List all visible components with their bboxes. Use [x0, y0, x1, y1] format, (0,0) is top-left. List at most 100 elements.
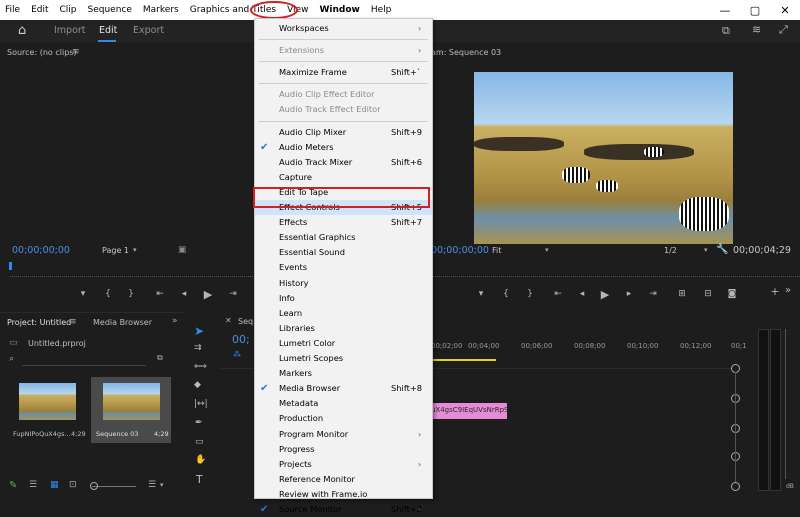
sort-icon[interactable]: ☰	[148, 480, 156, 490]
timeline-ruler[interactable]: 00;02;00 00;04;00 00;06;00 00;08;00 00;1…	[431, 342, 751, 358]
panel-menu-icon[interactable]: ≡	[72, 47, 80, 57]
tab-export[interactable]: Export	[133, 25, 164, 36]
step-back-icon[interactable]: ◂	[177, 289, 191, 299]
scroll-handle[interactable]	[731, 482, 740, 491]
timeline-tab[interactable]: Seq	[238, 317, 253, 326]
add-marker-icon[interactable]: ▾	[76, 289, 90, 299]
slip-icon[interactable]: |↔|	[194, 399, 208, 409]
timeline-scroll-track[interactable]	[735, 372, 736, 482]
fit-select[interactable]: Fit	[492, 246, 501, 255]
menu-item-events[interactable]: Events	[255, 260, 432, 275]
home-icon[interactable]: ⌂	[18, 23, 26, 38]
freeform-view-icon[interactable]: ⊡	[69, 480, 77, 490]
menu-item-history[interactable]: History	[255, 276, 432, 291]
add-button-icon[interactable]: +	[768, 285, 782, 298]
timeline-clip[interactable]: uX4gsC9IEqUVsNrRpSUTSz	[431, 403, 507, 419]
panel-menu-icon[interactable]: ≡	[69, 317, 77, 327]
share-icon[interactable]: ⧉	[722, 24, 730, 38]
menu-item-essential-graphics[interactable]: Essential Graphics	[255, 230, 432, 245]
chevron-down-icon[interactable]: ▾	[133, 246, 137, 254]
menu-item-essential-sound[interactable]: Essential Sound	[255, 245, 432, 260]
add-marker-icon[interactable]: ▾	[474, 289, 488, 299]
source-page-select[interactable]: Page 1	[102, 246, 129, 255]
mark-out-icon[interactable]: }	[124, 289, 138, 299]
work-area-bar[interactable]	[431, 359, 496, 361]
chevron-down-icon[interactable]: ▾	[160, 481, 164, 489]
menubar-item-graphics-and-titles[interactable]: Graphics and Titles	[185, 0, 282, 20]
menubar-item-file[interactable]: File	[0, 0, 26, 20]
menu-item-media-browser[interactable]: ✔ Media Browser Shift+8	[255, 381, 432, 396]
menu-item-program-monitor[interactable]: Program Monitor ›	[255, 427, 432, 442]
notifications-icon[interactable]: ≋	[752, 23, 761, 36]
tab-project[interactable]: Project: Untitled	[7, 318, 71, 327]
project-search-input[interactable]	[22, 354, 146, 366]
menu-item-info[interactable]: Info	[255, 291, 432, 306]
expand-icon[interactable]: »	[781, 285, 795, 296]
icon-view-icon[interactable]: ▦	[50, 480, 59, 490]
maximize-icon[interactable]: ▢	[740, 4, 770, 17]
source-timecode[interactable]: 00;00;00;00	[12, 245, 70, 256]
fullscreen-icon[interactable]: ⤢	[779, 23, 788, 37]
menubar-item-clip[interactable]: Clip	[55, 0, 83, 20]
menu-item-capture[interactable]: Capture	[255, 170, 432, 185]
pen-icon[interactable]: ✒	[195, 418, 203, 428]
menu-item-effects[interactable]: Effects Shift+7	[255, 215, 432, 230]
timeline-timecode[interactable]: 00;	[232, 333, 250, 346]
mark-in-icon[interactable]: {	[499, 289, 513, 299]
menu-item-production[interactable]: Production	[255, 411, 432, 426]
zoom-slider[interactable]	[92, 486, 136, 487]
play-icon[interactable]: ▶	[201, 288, 215, 301]
step-back-icon[interactable]: ◂	[575, 289, 589, 299]
menu-item-learn[interactable]: Learn	[255, 306, 432, 321]
menu-item-audio-clip-mixer[interactable]: Audio Clip Mixer Shift+9	[255, 125, 432, 140]
tab-media-browser[interactable]: Media Browser	[93, 318, 152, 327]
rectangle-icon[interactable]: ▭	[195, 437, 204, 447]
menu-item-progress[interactable]: Progress	[255, 442, 432, 457]
bin-filter-icon[interactable]: ⧉	[157, 353, 163, 363]
mark-in-icon[interactable]: {	[101, 289, 115, 299]
lift-icon[interactable]: ⊞	[675, 289, 689, 299]
expand-panels-icon[interactable]: »	[172, 316, 178, 326]
extract-icon[interactable]: ⊟	[701, 289, 715, 299]
minimize-icon[interactable]: —	[710, 4, 740, 17]
source-playhead[interactable]	[9, 262, 12, 270]
menubar-item-markers[interactable]: Markers	[138, 0, 185, 20]
menu-item-markers[interactable]: Markers	[255, 366, 432, 381]
tab-import[interactable]: Import	[54, 25, 86, 36]
menubar-item-edit[interactable]: Edit	[26, 0, 54, 20]
program-timecode-current[interactable]: 00;00;00;00	[431, 245, 489, 256]
menu-item-lumetri-scopes[interactable]: Lumetri Scopes	[255, 351, 432, 366]
menubar-item-help[interactable]: Help	[366, 0, 398, 20]
snap-icon[interactable]: ⁂	[233, 350, 241, 359]
camera-icon[interactable]: ◙	[725, 289, 739, 299]
menu-item-workspaces[interactable]: Workspaces ›	[255, 21, 432, 36]
resolution-select[interactable]: 1/2	[664, 246, 677, 255]
track-select-icon[interactable]: ⇉	[194, 343, 202, 353]
source-ruler[interactable]	[10, 264, 253, 277]
razor-icon[interactable]: ◆	[194, 380, 201, 390]
hand-icon[interactable]: ✋	[195, 455, 206, 465]
ripple-edit-icon[interactable]: ⟺	[194, 362, 207, 372]
project-item-selected[interactable]: Sequence 03 4;29	[91, 377, 171, 443]
chevron-down-icon[interactable]: ▾	[545, 246, 549, 254]
pencil-icon[interactable]: ✎	[9, 480, 17, 491]
menu-item-audio-meters[interactable]: ✔ Audio Meters	[255, 140, 432, 155]
list-view-icon[interactable]: ☰	[29, 480, 37, 490]
menu-item-review-with-frame-io[interactable]: Review with Frame.io	[255, 487, 432, 502]
go-to-in-icon[interactable]: ⇤	[153, 289, 167, 299]
zoom-slider-handle[interactable]	[90, 482, 98, 490]
menu-item-effect-controls[interactable]: Effect Controls Shift+5	[255, 200, 432, 215]
menu-item-libraries[interactable]: Libraries	[255, 321, 432, 336]
wrench-icon[interactable]: 🔧	[716, 244, 728, 255]
menu-item-audio-track-mixer[interactable]: Audio Track Mixer Shift+6	[255, 155, 432, 170]
type-tool-icon[interactable]: T	[196, 473, 203, 486]
go-to-in-icon[interactable]: ⇤	[551, 289, 565, 299]
play-icon[interactable]: ▶	[598, 288, 612, 301]
menu-item-lumetri-color[interactable]: Lumetri Color	[255, 336, 432, 351]
menubar-item-window[interactable]: Window	[314, 0, 365, 20]
menubar-item-sequence[interactable]: Sequence	[83, 0, 138, 20]
tab-edit[interactable]: Edit	[99, 25, 117, 36]
mark-out-icon[interactable]: }	[523, 289, 537, 299]
selection-tool-icon[interactable]: ➤	[194, 324, 204, 338]
program-ruler[interactable]	[431, 264, 800, 277]
